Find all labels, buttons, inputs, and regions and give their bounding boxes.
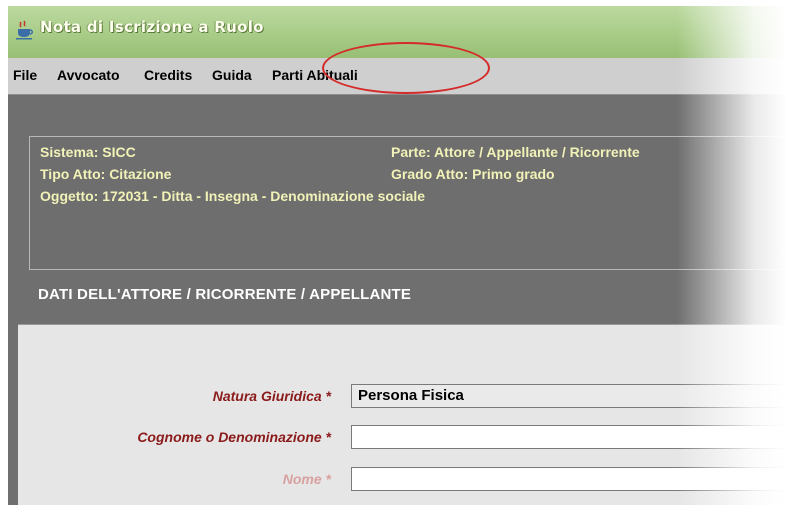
- info-tipo-atto: Tipo Atto: Citazione: [40, 166, 172, 182]
- menu-credits[interactable]: Credits: [144, 67, 192, 83]
- menu-avvocato[interactable]: Avvocato: [57, 67, 120, 83]
- natura-giuridica-label: Natura Giuridica *: [212, 388, 331, 404]
- menu-parti-abituali[interactable]: Parti Abituali: [272, 67, 358, 83]
- menu-guida[interactable]: Guida: [212, 67, 252, 83]
- cognome-input[interactable]: [351, 425, 787, 449]
- info-oggetto: Oggetto: 172031 - Ditta - Insegna - Deno…: [40, 188, 426, 204]
- section-title: DATI DELL'ATTORE / RICORRENTE / APPELLAN…: [38, 286, 412, 303]
- nome-input[interactable]: [351, 467, 787, 491]
- natura-giuridica-select[interactable]: Persona Fisica: [351, 384, 787, 408]
- nome-label: Nome *: [282, 471, 331, 487]
- cognome-label: Cognome o Denominazione *: [137, 429, 331, 445]
- info-sistema: Sistema: SICC: [40, 144, 136, 160]
- java-coffee-icon: [16, 20, 34, 40]
- menu-file[interactable]: File: [13, 67, 37, 83]
- info-parte: Parte: Attore / Appellante / Ricorrente: [391, 144, 640, 160]
- natura-giuridica-value: Persona Fisica: [358, 387, 464, 404]
- title-bar: Nota di Iscrizione a Ruolo: [8, 6, 787, 58]
- menu-bar: File Avvocato Credits Guida Parti Abitua…: [8, 58, 787, 95]
- info-grado-atto: Grado Atto: Primo grado: [391, 166, 555, 182]
- app-window: Nota di Iscrizione a Ruolo File Avvocato…: [8, 6, 787, 505]
- window-title: Nota di Iscrizione a Ruolo: [40, 18, 264, 36]
